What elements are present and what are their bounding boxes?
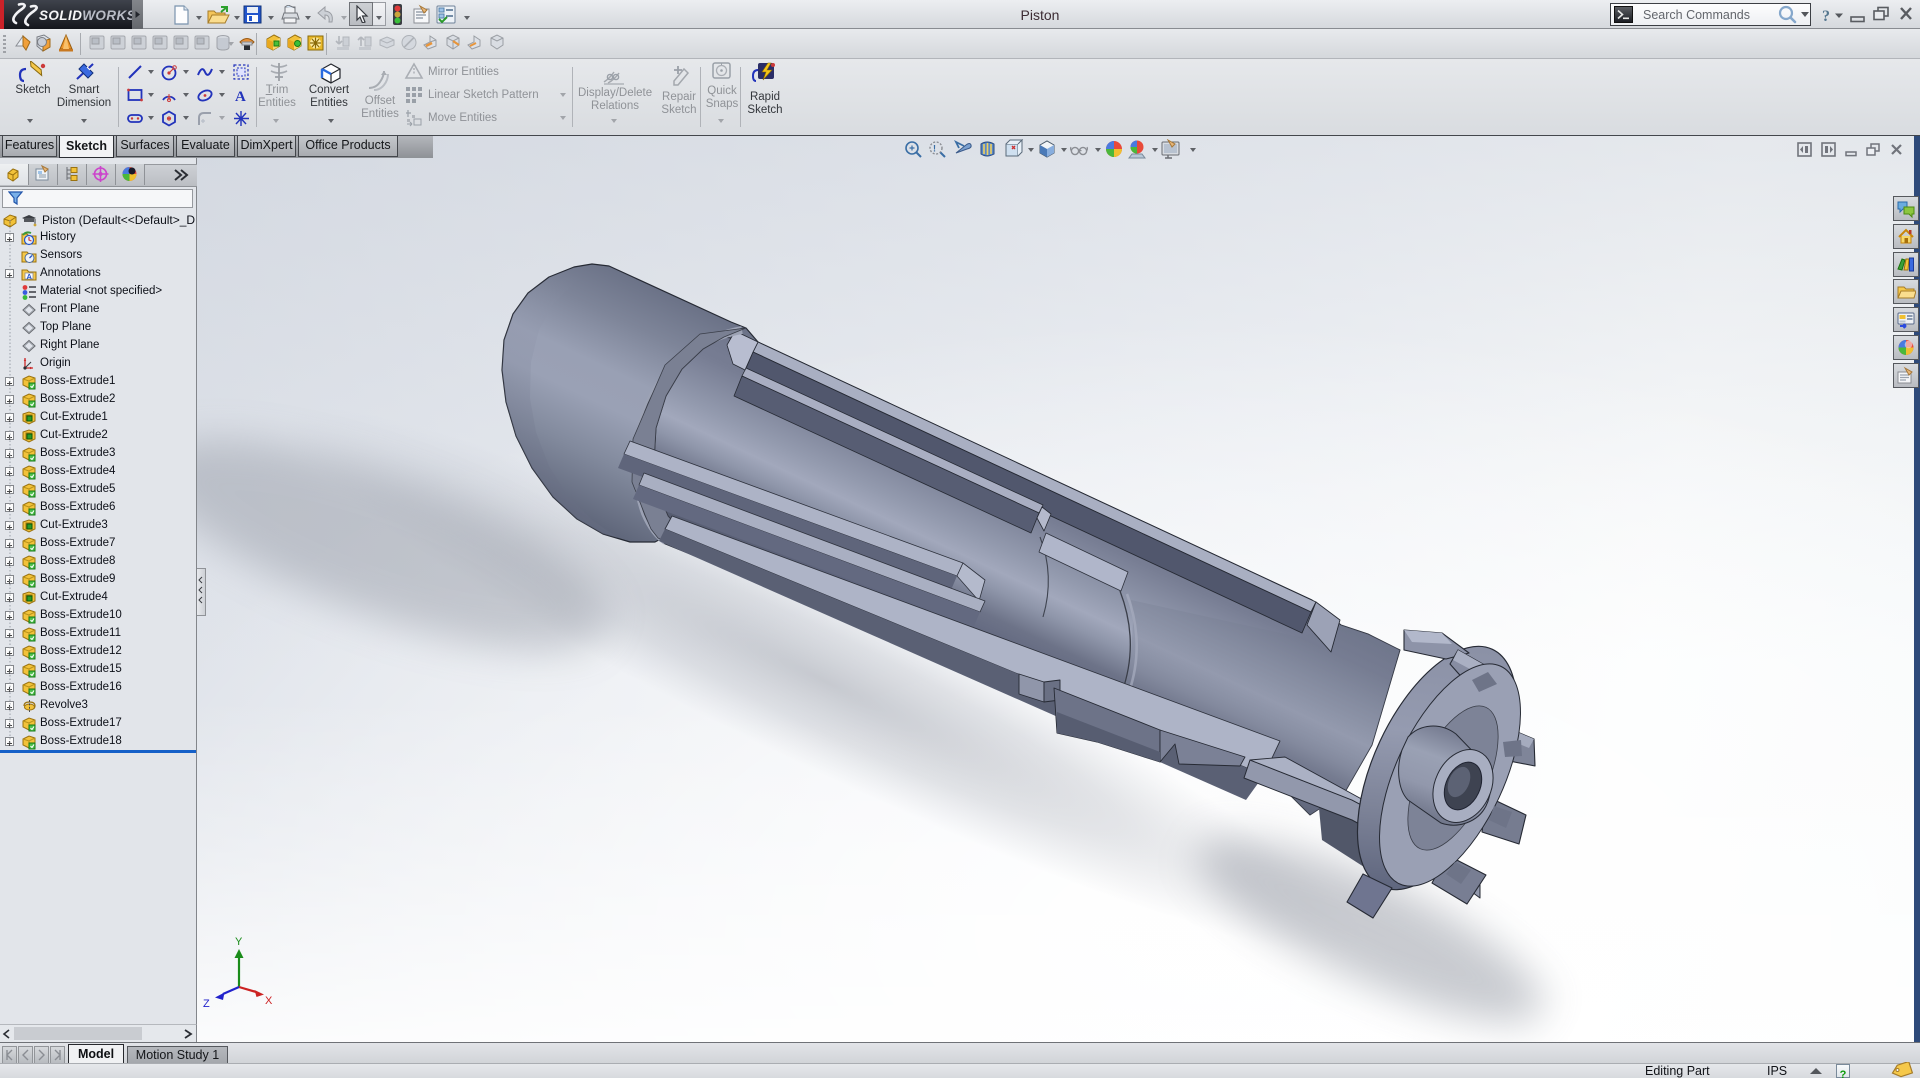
svg-text:!: ! <box>933 144 936 154</box>
svg-text:Y: Y <box>235 936 243 948</box>
svg-text:X: X <box>265 995 273 1007</box>
svg-text:?: ? <box>1822 8 1830 25</box>
svg-text:Z: Z <box>203 998 210 1010</box>
svg-text:A: A <box>27 272 33 281</box>
